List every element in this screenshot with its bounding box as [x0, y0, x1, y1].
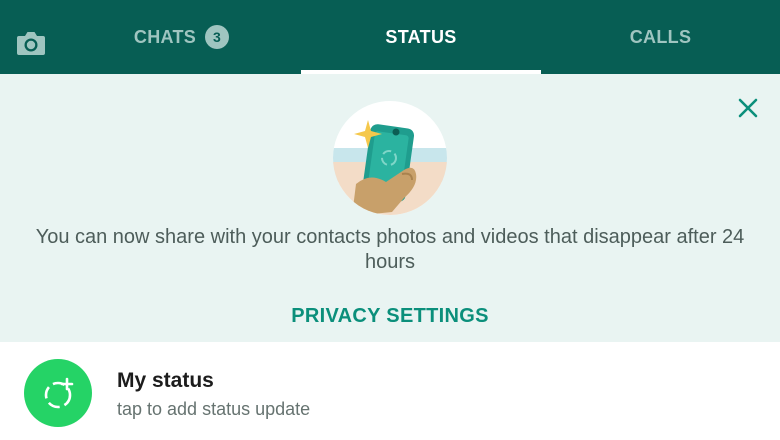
camera-icon[interactable] — [16, 30, 46, 56]
tab-status-label: STATUS — [385, 26, 457, 47]
unread-count-badge: 3 — [205, 25, 230, 49]
top-tab-bar: CHATS 3 STATUS CALLS — [0, 0, 780, 74]
status-intro-message: You can now share with your contacts pho… — [35, 226, 745, 273]
my-status-subtitle: tap to add status update — [117, 399, 311, 419]
tab-calls[interactable]: CALLS — [541, 0, 780, 74]
my-status-row[interactable]: My status tap to add status update — [0, 342, 780, 440]
phone-in-hand-illustration — [333, 101, 447, 215]
tab-chats[interactable]: CHATS 3 — [62, 0, 301, 74]
add-status-icon — [44, 377, 74, 409]
tab-chats-label: CHATS — [133, 26, 197, 47]
close-icon[interactable] — [736, 96, 760, 120]
my-status-title: My status — [117, 369, 214, 392]
tab-calls-label: CALLS — [629, 26, 692, 47]
privacy-settings-link[interactable]: PRIVACY SETTINGS — [0, 305, 780, 328]
tab-status[interactable]: STATUS — [301, 0, 541, 74]
my-status-avatar[interactable] — [24, 359, 92, 427]
